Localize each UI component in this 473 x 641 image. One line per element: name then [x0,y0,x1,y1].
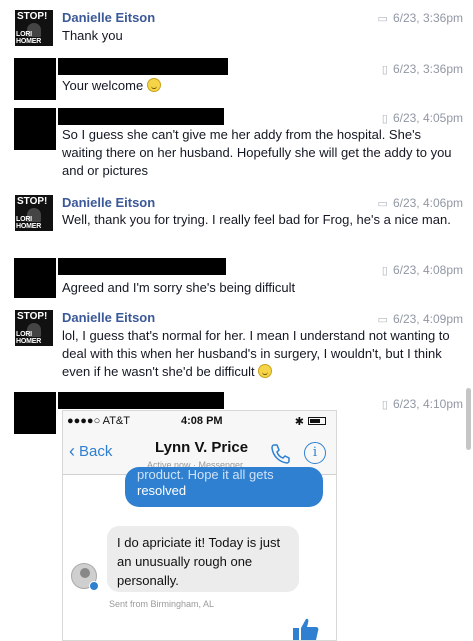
mobile-icon: ▯ [381,63,388,76]
attached-screenshot[interactable]: ●●●●○ AT&T 4:08 PM ✱ ‹ Back Lynn V. Price… [62,410,337,641]
incoming-bubble: I do apriciate it! Today is just an unus… [107,526,299,592]
phone-status-bar: ●●●●○ AT&T 4:08 PM ✱ [63,411,336,431]
avatar-bottom-text: LORI HOMER [16,31,42,45]
timestamp: ▭ 6/23, 3:36pm [378,11,463,25]
conversation-body: product. Hope it all gets resolved I do … [63,467,336,641]
battery-indicator: ✱ [295,415,326,428]
mobile-icon: ▯ [381,398,388,411]
sender-name[interactable]: Danielle Eitson [62,310,155,325]
message-text: Your welcome [62,77,462,95]
avatar-top-text: STOP! [17,196,48,207]
chevron-left-icon: ‹ [69,441,75,461]
message-text: Agreed and I'm sorry she's being difficu… [62,280,296,295]
outgoing-partial-text: product. Hope it all gets [137,467,274,482]
message-text: So I guess she can't give me her addy fr… [62,127,452,178]
back-button[interactable]: ‹ Back [69,441,112,462]
timestamp-text: 6/23, 4:09pm [392,312,463,326]
redacted-avatar [14,58,56,100]
info-icon[interactable]: i [304,442,326,464]
desktop-icon: ▭ [377,197,388,210]
message-text-body: Your welcome [62,78,144,93]
timestamp-text: 6/23, 4:08pm [392,263,463,277]
outgoing-bubble: product. Hope it all gets resolved [125,467,323,507]
bluetooth-icon: ✱ [294,415,304,428]
redacted-avatar [14,108,56,150]
battery-icon [308,417,326,425]
outgoing-text: resolved [137,483,187,498]
message-text: lol, I guess that's normal for her. I me… [62,327,462,381]
redacted-avatar [14,258,56,298]
smile-emoji-icon [146,78,161,92]
mobile-icon: ▯ [381,264,388,277]
sender-avatar[interactable]: STOP! LORI HOMER [15,310,53,346]
desktop-icon: ▭ [377,12,388,25]
messenger-badge-icon [89,581,99,591]
avatar-top-text: STOP! [17,11,48,22]
sender-name[interactable]: Danielle Eitson [62,195,155,210]
wink-emoji-icon [258,364,273,378]
message-text: Thank you [62,28,123,43]
avatar-top-text: STOP! [17,311,48,322]
timestamp: ▯ 6/23, 3:36pm [382,62,463,76]
phone-clock: 4:08 PM [181,415,223,427]
phone-call-icon[interactable] [269,442,291,464]
timestamp-text: 6/23, 4:05pm [392,111,463,125]
message-text-body: lol, I guess that's normal for her. I me… [62,328,450,379]
timestamp-text: 6/23, 4:06pm [392,196,463,210]
back-label: Back [79,443,113,460]
avatar-bottom-text: LORI HOMER [16,331,42,345]
timestamp: ▯ 6/23, 4:08pm [382,263,463,277]
timestamp-text: 6/23, 4:10pm [392,397,463,411]
sender-avatar[interactable]: STOP! LORI HOMER [15,10,53,46]
scrollbar-thumb[interactable] [466,388,471,450]
redacted-name [58,392,224,409]
carrier-label: ●●●●○ AT&T [67,415,130,427]
contact-name: Lynn V. Price [155,439,249,456]
desktop-icon: ▭ [377,313,388,326]
avatar-bottom-text: LORI HOMER [16,216,42,230]
thumbs-up-icon[interactable] [291,615,321,641]
mobile-icon: ▯ [381,112,388,125]
timestamp: ▯ 6/23, 4:10pm [382,397,463,411]
sender-avatar[interactable]: STOP! LORI HOMER [15,195,53,231]
timestamp: ▯ 6/23, 4:05pm [382,111,463,125]
redacted-name [58,258,226,275]
redacted-name [58,58,228,75]
redacted-avatar [14,392,56,434]
sender-name[interactable]: Danielle Eitson [62,10,155,25]
timestamp: ▭ 6/23, 4:09pm [378,312,463,326]
sent-location: Sent from Birmingham, AL [109,599,215,609]
redacted-name [58,108,224,125]
timestamp-text: 6/23, 3:36pm [392,11,463,25]
message-text: Well, thank you for trying. I really fee… [62,212,451,227]
timestamp: ▭ 6/23, 4:06pm [378,196,463,210]
timestamp-text: 6/23, 3:36pm [392,62,463,76]
